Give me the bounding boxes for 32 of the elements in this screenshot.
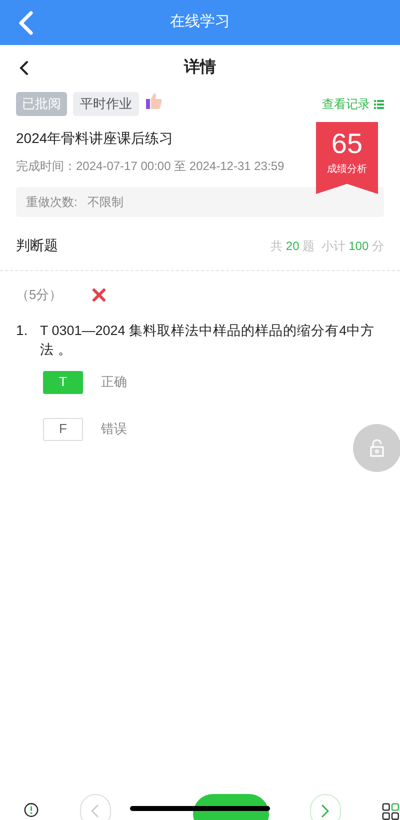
- time-label: 完成时间：: [16, 158, 76, 175]
- tag: 平时作业: [73, 92, 139, 116]
- section-title: 判断题: [16, 236, 58, 255]
- unlock-icon: [369, 439, 385, 457]
- grid-icon: [382, 802, 400, 820]
- unlock-button[interactable]: [353, 424, 400, 472]
- chevron-left-icon: [91, 804, 100, 818]
- option-label: 错误: [101, 420, 127, 438]
- question-points: （5分）: [16, 286, 62, 304]
- next-button[interactable]: [310, 794, 341, 820]
- alert-icon: [24, 802, 39, 818]
- back-icon: [19, 60, 29, 76]
- time-value: 2024-07-17 00:00 至 2024-12-31 23:59: [76, 158, 284, 175]
- chevron-right-icon: [321, 804, 330, 818]
- view-records-link[interactable]: 查看记录: [322, 95, 384, 113]
- question-text: T 0301—2024 集料取样法中样品的样品的缩分有4中方法 。: [40, 322, 376, 358]
- option-key[interactable]: F: [43, 418, 83, 440]
- list-icon: [374, 100, 384, 108]
- section-summary: 共 20 题 小计 100 分: [270, 238, 384, 254]
- option-label: 正确: [101, 373, 127, 392]
- option-key[interactable]: T: [43, 370, 83, 394]
- redo-label: 重做次数:: [26, 194, 78, 211]
- exercise-title: 2024年骨料讲座课后练习: [16, 129, 174, 148]
- thumbs-up-icon: [145, 92, 163, 110]
- app-title: 在线学习: [170, 12, 230, 32]
- back-icon: [18, 11, 34, 35]
- question-number: 1.: [16, 320, 29, 340]
- score-ribbon[interactable]: 65 成绩分析: [316, 122, 378, 194]
- redo-value: 不限制: [87, 194, 124, 211]
- tag: 已批阅: [16, 92, 67, 116]
- previous-button[interactable]: [80, 794, 111, 820]
- page-title: 详情: [184, 57, 216, 78]
